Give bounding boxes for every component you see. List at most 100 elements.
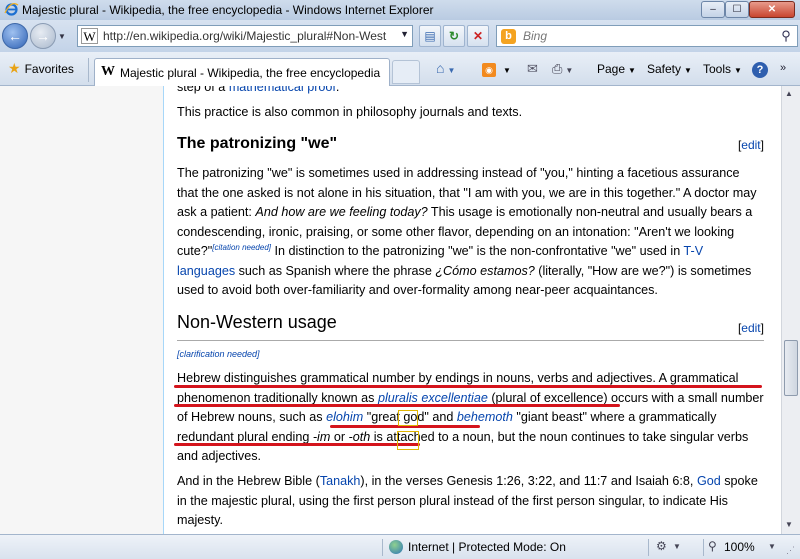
manage-addons-icon[interactable]: ⚙ (656, 539, 667, 553)
text: or (330, 429, 349, 444)
wikipedia-favicon-icon: W (81, 28, 98, 44)
refresh-icon: ↻ (448, 29, 460, 43)
scroll-up-icon[interactable]: ▲ (785, 89, 793, 98)
chevron-down-icon: ▼ (734, 66, 742, 75)
separator (648, 539, 649, 556)
link-behemoth[interactable]: behemoth (457, 410, 513, 424)
text: such as Spanish where the phrase (235, 263, 436, 278)
chevron-more-icon[interactable]: » (780, 62, 786, 74)
italic-text: And how are we feeling today? (255, 205, 428, 219)
scrollbar-thumb[interactable] (784, 340, 798, 396)
page-viewport: step of a mathematical proof. This pract… (0, 86, 781, 534)
search-box[interactable]: b Bing ⚲ (496, 25, 798, 47)
sidebar-area (0, 86, 163, 534)
separator (382, 539, 383, 556)
italic-text: -oth (348, 429, 371, 444)
link-tanakh[interactable]: Tanakh (320, 474, 361, 488)
internet-zone-icon (389, 540, 403, 554)
compatibility-view-button[interactable]: ▤ (419, 25, 441, 47)
chevron-down-icon[interactable]: ▼ (768, 542, 776, 551)
feeds-dropdown-icon[interactable]: ▼ (500, 62, 511, 80)
link-pluralis-excellentiae[interactable]: pluralis excellentiae (378, 391, 488, 405)
edit-section-link: [edit] (737, 138, 764, 152)
paragraph-philosophy: This practice is also common in philosop… (177, 105, 523, 119)
safety-menu[interactable]: Safety ▼ (647, 62, 692, 80)
italic-text: ¿Cómo estamos? (435, 263, 535, 278)
vertical-scrollbar[interactable]: ▲ ▼ (781, 86, 800, 534)
link-mathematical-proof[interactable]: mathematical proof (229, 86, 336, 94)
browser-tab[interactable]: W Majestic plural - Wikipedia, the free … (94, 58, 390, 86)
favorites-button[interactable]: ★ Favorites (4, 60, 78, 80)
article-body: step of a mathematical proof. This pract… (163, 86, 781, 534)
search-icon[interactable]: ⚲ (777, 27, 795, 45)
chevron-down-icon: ▼ (684, 66, 692, 75)
feeds-icon[interactable]: ◉ (482, 63, 496, 77)
address-url[interactable]: http://en.wikipedia.org/wiki/Majestic_pl… (103, 29, 393, 43)
compatibility-icon: ▤ (424, 29, 436, 43)
separator (88, 58, 89, 82)
annotation-underline (174, 443, 420, 446)
tools-menu[interactable]: Tools ▼ (703, 62, 742, 80)
close-button[interactable]: ✕ (749, 1, 795, 18)
new-tab-button[interactable] (392, 60, 420, 84)
recent-pages-dropdown[interactable]: ▼ (58, 32, 66, 41)
internet-explorer-icon (4, 2, 19, 16)
print-icon[interactable]: ⎙ ▼ (552, 61, 573, 79)
tools-menu-label: Tools (703, 62, 732, 76)
address-bar[interactable]: W http://en.wikipedia.org/wiki/Majestic_… (77, 25, 413, 47)
chevron-down-icon: ▼ (628, 66, 636, 75)
annotation-box (398, 410, 418, 426)
page-menu[interactable]: Page ▼ (597, 62, 636, 80)
edit-link[interactable]: edit (741, 321, 760, 335)
safety-menu-label: Safety (647, 62, 682, 76)
paragraph-patronizing: The patronizing "we" is sometimes used i… (177, 164, 764, 301)
text: And in the Hebrew Bible ( (177, 474, 320, 488)
maximize-button[interactable]: ☐ (725, 1, 749, 18)
edit-section-link: [edit] (737, 321, 764, 335)
citation-needed-link[interactable]: [citation needed] (212, 243, 271, 252)
page-menu-label: Page (597, 62, 626, 76)
edit-link[interactable]: edit (741, 138, 760, 152)
status-bar: Internet | Protected Mode: On ⚙ ▼ ⚲ 100%… (0, 534, 800, 559)
fragment-text: step of a (177, 86, 226, 94)
text: In distinction to the patronizing "we" i… (271, 244, 684, 258)
address-dropdown-icon[interactable]: ▼ (400, 29, 409, 39)
link-god[interactable]: God (697, 474, 721, 488)
section-heading-non-western: Non-Western usage [edit] (177, 312, 764, 341)
search-placeholder[interactable]: Bing (523, 29, 547, 43)
text: ), in the verses Genesis 1:26, 3:22, and… (360, 474, 697, 488)
home-icon[interactable]: ⌂ ▼ (436, 60, 455, 78)
chevron-down-icon[interactable]: ▼ (673, 542, 681, 551)
help-icon[interactable]: ? (752, 62, 768, 78)
back-button[interactable]: ← (2, 23, 28, 49)
security-zone-text[interactable]: Internet | Protected Mode: On (408, 540, 566, 554)
paragraph-bible: And in the Hebrew Bible (Tanakh), in the… (177, 472, 764, 531)
italic-text: -im (312, 429, 331, 444)
wikipedia-favicon-icon: W (101, 64, 115, 79)
forward-arrow-icon: → (36, 28, 50, 44)
zoom-level[interactable]: 100% (724, 540, 755, 554)
clarification-needed-link[interactable]: [clarification needed] (177, 349, 260, 359)
paragraph-fragment: step of a mathematical proof. (177, 86, 764, 98)
stop-button[interactable]: ✕ (467, 25, 489, 47)
resize-grip-icon[interactable]: ⋰ (786, 545, 795, 556)
minimize-button[interactable]: – (701, 1, 725, 18)
annotation-box (397, 431, 419, 450)
section-heading-patronizing: The patronizing "we" [edit] (177, 134, 764, 160)
scroll-down-icon[interactable]: ▼ (785, 520, 793, 529)
annotation-underline (174, 385, 762, 388)
navigation-bar: ← → ▼ W http://en.wikipedia.org/wiki/Maj… (0, 20, 800, 52)
forward-button[interactable]: → (30, 23, 56, 49)
favorites-tab-bar: ★ Favorites W Majestic plural - Wikipedia… (0, 52, 800, 86)
link-elohim[interactable]: elohim (326, 410, 363, 424)
stop-icon: ✕ (472, 29, 484, 43)
back-arrow-icon: ← (8, 28, 22, 44)
annotation-underline (174, 404, 620, 407)
separator (703, 539, 704, 556)
mail-icon[interactable]: ✉ (527, 61, 538, 79)
bing-icon: b (501, 29, 516, 44)
period: . (335, 86, 340, 94)
refresh-button[interactable]: ↻ (443, 25, 465, 47)
zoom-icon[interactable]: ⚲ (708, 539, 717, 553)
window-title: Majestic plural - Wikipedia, the free en… (22, 3, 434, 17)
